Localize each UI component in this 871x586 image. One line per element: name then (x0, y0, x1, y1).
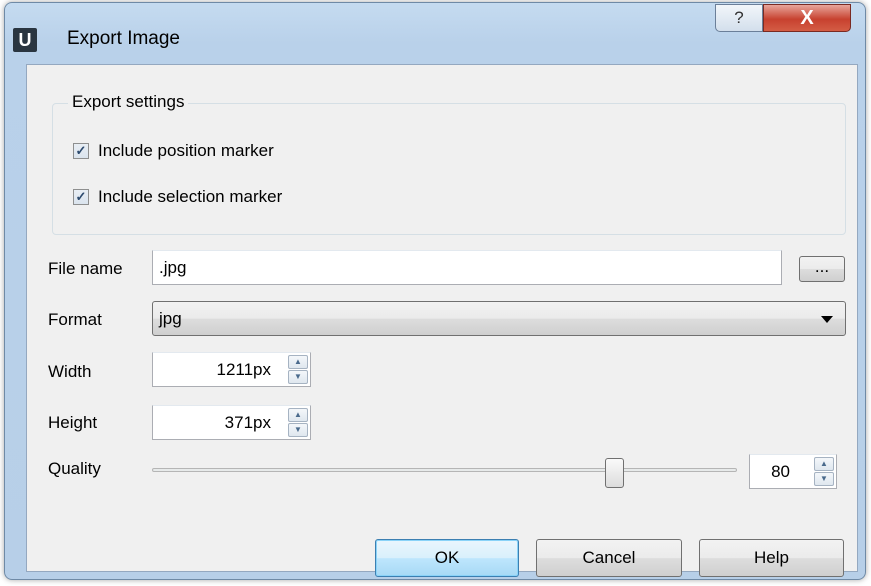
arrow-up-icon: ▲ (294, 357, 302, 366)
format-select[interactable]: jpg (152, 301, 846, 336)
dropdown-arrow-icon (821, 316, 833, 323)
export-image-dialog: U Export Image ? X Export settings ✓ Inc… (4, 2, 866, 580)
width-spinbox[interactable]: 1211px ▲ ▼ (152, 352, 311, 387)
height-decrement-button[interactable]: ▼ (288, 423, 308, 437)
arrow-down-icon: ▼ (294, 425, 302, 434)
quality-increment-button[interactable]: ▲ (814, 457, 834, 471)
cancel-button[interactable]: Cancel (536, 539, 682, 577)
include-position-marker-checkbox[interactable]: ✓ (73, 143, 89, 159)
width-spin-buttons: ▲ ▼ (288, 355, 308, 384)
quality-slider-track[interactable] (152, 468, 737, 472)
height-value: 371px (224, 413, 271, 432)
height-label: Height (48, 413, 98, 432)
include-position-marker-label: Include position marker (98, 141, 274, 160)
checkmark-icon: ✓ (75, 143, 87, 158)
browse-button[interactable]: ... (799, 256, 845, 282)
width-label: Width (48, 362, 92, 381)
format-label: Format (48, 310, 102, 329)
close-icon: X (800, 7, 814, 29)
quality-label: Quality (48, 459, 101, 478)
quality-slider-thumb[interactable] (604, 458, 624, 488)
help-button[interactable]: Help (699, 539, 844, 577)
file-name-label: File name (48, 259, 123, 278)
arrow-up-icon: ▲ (820, 459, 828, 468)
quality-spin-buttons: ▲ ▼ (814, 457, 834, 486)
help-icon: ? (734, 8, 744, 27)
arrow-up-icon: ▲ (294, 410, 302, 419)
export-settings-legend: Export settings (68, 92, 189, 112)
dialog-body: Export settings ✓ Include position marke… (26, 64, 858, 577)
arrow-down-icon: ▼ (294, 372, 302, 381)
width-value: 1211px (216, 360, 271, 379)
close-button[interactable]: X (763, 4, 851, 32)
app-logo-icon: U (13, 28, 37, 52)
include-selection-marker-label: Include selection marker (98, 187, 283, 206)
include-selection-marker-row[interactable]: ✓ Include selection marker (73, 187, 282, 207)
include-position-marker-row[interactable]: ✓ Include position marker (73, 141, 274, 161)
format-selected-value: jpg (159, 309, 182, 328)
quality-decrement-button[interactable]: ▼ (814, 472, 834, 486)
quality-spinbox[interactable]: 80 ▲ ▼ (749, 454, 837, 489)
height-spin-buttons: ▲ ▼ (288, 408, 308, 437)
title-bar[interactable]: U Export Image ? X (5, 3, 865, 67)
width-increment-button[interactable]: ▲ (288, 355, 308, 369)
export-settings-group: Export settings ✓ Include position marke… (52, 92, 846, 235)
ellipsis-icon: ... (814, 257, 830, 276)
ok-button[interactable]: OK (375, 539, 519, 577)
titlebar-help-button[interactable]: ? (715, 4, 763, 32)
height-spinbox[interactable]: 371px ▲ ▼ (152, 405, 311, 440)
window-title: Export Image (67, 28, 180, 49)
file-name-input[interactable]: .jpg (152, 250, 782, 285)
quality-value: 80 (771, 462, 790, 481)
height-increment-button[interactable]: ▲ (288, 408, 308, 422)
arrow-down-icon: ▼ (820, 474, 828, 483)
file-name-value: .jpg (159, 258, 187, 277)
width-decrement-button[interactable]: ▼ (288, 370, 308, 384)
checkmark-icon: ✓ (75, 189, 87, 204)
include-selection-marker-checkbox[interactable]: ✓ (73, 189, 89, 205)
